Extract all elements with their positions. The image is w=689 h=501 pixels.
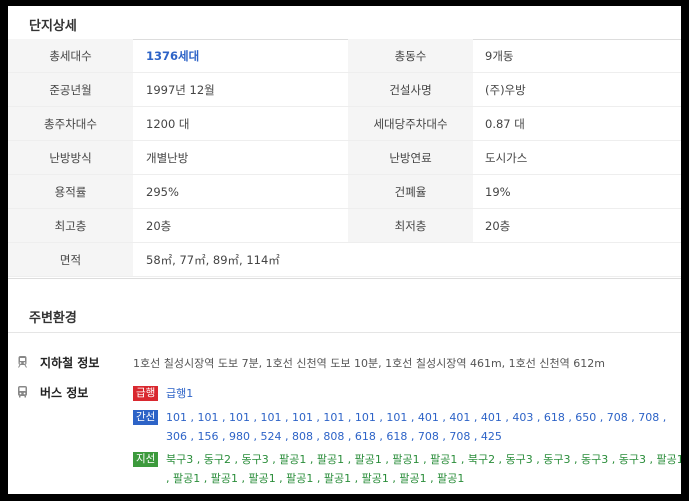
label-builder: 건설사명 <box>348 72 473 107</box>
table-row: 용적률 295% 건폐율 19% <box>8 174 681 209</box>
value-building-coverage: 19% <box>473 174 681 209</box>
label-area: 면적 <box>8 242 133 277</box>
bus-icon <box>16 385 29 398</box>
label-parking-per-household: 세대당주차대수 <box>348 106 473 141</box>
value-builder: (주)우방 <box>473 72 681 107</box>
trunk-lines[interactable]: 101 , 101 , 101 , 101 , 101 , 101 , 101 … <box>166 408 681 446</box>
label-total-parking: 총주차대수 <box>8 106 133 141</box>
subway-label: 지하철 정보 <box>40 356 100 370</box>
value-heating-type: 개별난방 <box>133 140 348 175</box>
value-max-floor: 20층 <box>133 208 348 243</box>
label-heating-type: 난방방식 <box>8 140 133 175</box>
label-heating-fuel: 난방연료 <box>348 140 473 175</box>
divider <box>8 278 681 279</box>
label-building-coverage: 건폐율 <box>348 174 473 209</box>
table-row: 면적 58㎡, 77㎡, 89㎡, 114㎡ <box>8 242 681 277</box>
value-area: 58㎡, 77㎡, 89㎡, 114㎡ <box>133 242 681 277</box>
value-total-buildings: 9개동 <box>473 39 681 73</box>
bus-label: 버스 정보 <box>40 386 89 400</box>
subway-info-row: 지하철 정보 1호선 칠성시장역 도보 7분, 1호선 신천역 도보 10분, … <box>16 354 681 370</box>
trunk-badge: 간선 <box>133 410 159 425</box>
branch-lines[interactable]: 북구3 , 동구2 , 동구3 , 팔공1 , 팔공1 , 팔공1 , 팔공1 … <box>166 450 681 488</box>
label-floor-area-ratio: 용적률 <box>8 174 133 209</box>
value-total-parking: 1200 대 <box>133 106 348 141</box>
label-max-floor: 최고층 <box>8 208 133 243</box>
divider <box>8 332 681 333</box>
value-parking-per-household: 0.87 대 <box>473 106 681 141</box>
table-row: 총주차대수 1200 대 세대당주차대수 0.87 대 <box>8 106 681 141</box>
branch-badge: 지선 <box>133 452 159 467</box>
detail-table: 총세대수 1376세대 총동수 9개동 준공년월 1997년 12월 건설사명 … <box>8 39 681 277</box>
table-row: 총세대수 1376세대 총동수 9개동 <box>8 39 681 73</box>
label-completion-date: 준공년월 <box>8 72 133 107</box>
subway-text: 1호선 칠성시장역 도보 7분, 1호선 신천역 도보 10분, 1호선 칠성시… <box>133 357 605 370</box>
value-min-floor: 20층 <box>473 208 681 243</box>
label-total-households: 총세대수 <box>8 39 133 73</box>
env-section-title: 주변환경 <box>29 311 77 326</box>
table-row: 최고층 20층 최저층 20층 <box>8 208 681 243</box>
value-heating-fuel: 도시가스 <box>473 140 681 175</box>
table-row: 준공년월 1997년 12월 건설사명 (주)우방 <box>8 72 681 107</box>
complex-info-panel: 단지상세 총세대수 1376세대 총동수 9개동 준공년월 1997년 12월 … <box>8 6 681 494</box>
bus-info-row: 버스 정보 급행 급행1 간선 101 , 101 , 101 , 101 , … <box>16 383 681 493</box>
value-completion-date: 1997년 12월 <box>133 72 348 107</box>
detail-section-title: 단지상세 <box>29 19 77 34</box>
label-min-floor: 최저층 <box>348 208 473 243</box>
value-total-households[interactable]: 1376세대 <box>133 39 348 73</box>
subway-icon <box>16 355 29 368</box>
express-badge: 급행 <box>133 386 159 401</box>
express-lines[interactable]: 급행1 <box>166 384 681 403</box>
table-row: 난방방식 개별난방 난방연료 도시가스 <box>8 140 681 175</box>
value-floor-area-ratio: 295% <box>133 174 348 209</box>
label-total-buildings: 총동수 <box>348 39 473 73</box>
